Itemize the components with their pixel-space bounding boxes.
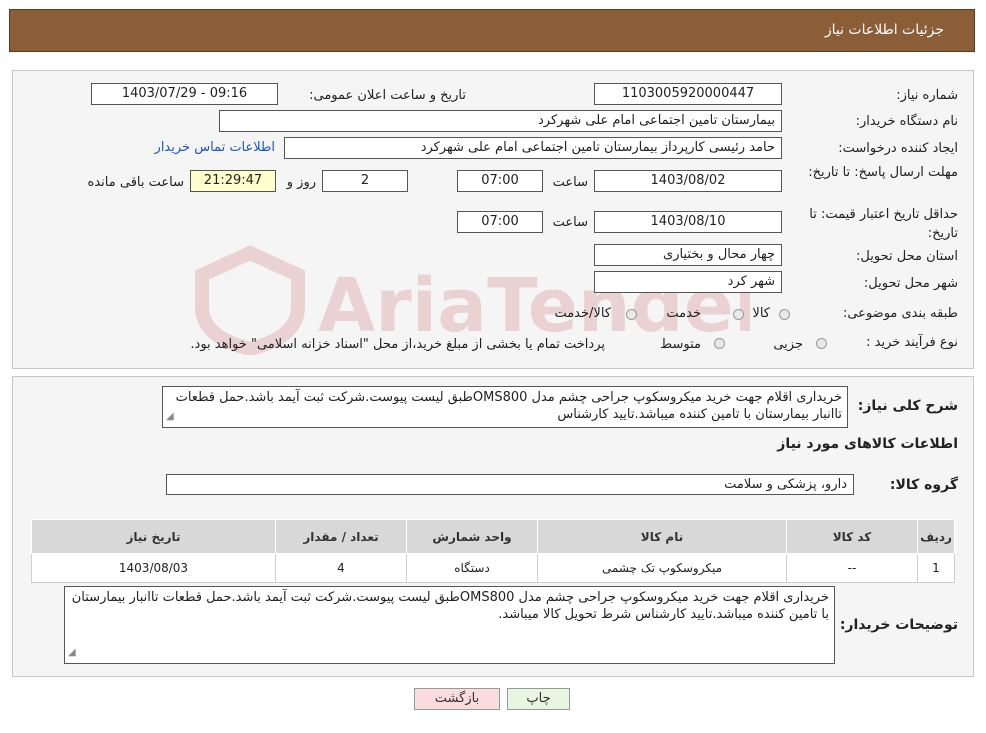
process-minor-radio[interactable] bbox=[816, 338, 827, 349]
goods-group-label: گروه کالا: bbox=[889, 477, 958, 493]
category-goods-radio[interactable] bbox=[779, 309, 790, 320]
validity-time-field[interactable]: 07:00 bbox=[457, 211, 543, 233]
reply-date-field[interactable]: 1403/08/02 bbox=[594, 170, 782, 192]
validity-date-field[interactable]: 1403/08/10 bbox=[594, 211, 782, 233]
need-number-label: شماره نیاز: bbox=[896, 88, 958, 103]
buyer-org-label: نام دستگاه خریدار: bbox=[855, 114, 958, 129]
category-goods-service-radio[interactable] bbox=[626, 309, 637, 320]
announce-datetime-label: تاریخ و ساعت اعلان عمومی: bbox=[309, 88, 466, 103]
city-field[interactable]: شهر کرد bbox=[594, 271, 782, 293]
need-number-field[interactable]: 1103005920000447 bbox=[594, 83, 782, 105]
summary-label: شرح کلی نیاز: bbox=[857, 398, 958, 414]
province-field[interactable]: چهار محال و بختیاری bbox=[594, 244, 782, 266]
summary-textarea[interactable]: خریداری اقلام جهت خرید میکروسکوپ جراحی چ… bbox=[162, 386, 848, 428]
page-title: جزئیات اطلاعات نیاز bbox=[824, 22, 944, 38]
category-service-radio[interactable] bbox=[733, 309, 744, 320]
process-medium-radio[interactable] bbox=[714, 338, 725, 349]
category-goods-label: کالا bbox=[752, 306, 770, 321]
col-unit: واحد شمارش bbox=[406, 519, 538, 554]
back-button[interactable]: بازگشت bbox=[414, 688, 500, 710]
summary-text: خریداری اقلام جهت خرید میکروسکوپ جراحی چ… bbox=[175, 390, 842, 422]
remaining-time-field: 21:29:47 bbox=[190, 170, 276, 192]
remaining-time-label: ساعت باقی مانده bbox=[87, 175, 184, 190]
print-button[interactable]: چاپ bbox=[507, 688, 570, 710]
category-goods-service-label: کالا/خدمت bbox=[554, 306, 611, 321]
cell-unit: دستگاه bbox=[406, 553, 538, 583]
goods-section-title: اطلاعات کالاهای مورد نیاز bbox=[777, 436, 958, 452]
process-type-label: نوع فرآیند خرید : bbox=[866, 335, 958, 350]
remaining-days-field[interactable]: 2 bbox=[322, 170, 408, 192]
col-row: ردیف bbox=[917, 519, 955, 554]
days-label: روز و bbox=[286, 175, 316, 190]
process-medium-label: متوسط bbox=[660, 337, 701, 352]
treasury-note: پرداخت تمام یا بخشی از مبلغ خرید،از محل … bbox=[190, 337, 605, 352]
goods-group-field[interactable]: دارو، پزشکی و سلامت bbox=[166, 474, 854, 495]
col-qty: تعداد / مقدار bbox=[275, 519, 407, 554]
reply-time-field[interactable]: 07:00 bbox=[457, 170, 543, 192]
category-label: طبقه بندی موضوعی: bbox=[842, 306, 958, 321]
cell-code: -- bbox=[786, 553, 918, 583]
resize-grip-icon[interactable]: ◢ bbox=[166, 408, 174, 425]
goods-table-header: ردیف کد کالا نام کالا واحد شمارش تعداد /… bbox=[31, 519, 955, 554]
buyer-notes-textarea[interactable]: خریداری اقلام جهت خرید میکروسکوپ جراحی چ… bbox=[64, 586, 835, 664]
requester-field[interactable]: حامد رئیسی کارپرداز بیمارستان تامین اجتم… bbox=[284, 137, 782, 159]
col-code: کد کالا bbox=[786, 519, 918, 554]
cell-name: میکروسکوپ تک چشمی bbox=[537, 553, 787, 583]
city-label: شهر محل تحویل: bbox=[863, 276, 958, 291]
cell-qty: 4 bbox=[275, 553, 407, 583]
resize-grip-icon[interactable]: ◢ bbox=[68, 644, 76, 661]
reply-time-label: ساعت bbox=[552, 175, 588, 190]
buyer-contact-link[interactable]: اطلاعات تماس خریدار bbox=[155, 140, 275, 155]
cell-row: 1 bbox=[917, 553, 955, 583]
reply-deadline-label: مهلت ارسال پاسخ: تا تاریخ: bbox=[808, 165, 958, 180]
price-validity-label: حداقل تاریخ اعتبار قیمت: تا تاریخ: bbox=[809, 207, 958, 241]
buyer-org-field[interactable]: بیمارستان تامین اجتماعی امام علی شهرکرد bbox=[219, 110, 782, 132]
goods-table: ردیف کد کالا نام کالا واحد شمارش تعداد /… bbox=[31, 519, 955, 583]
table-row[interactable]: 1 -- میکروسکوپ تک چشمی دستگاه 4 1403/08/… bbox=[31, 553, 955, 583]
col-date: تاریخ نیاز bbox=[31, 519, 276, 554]
validity-time-label: ساعت bbox=[552, 215, 588, 230]
announce-datetime-field[interactable]: 1403/07/29 - 09:16 bbox=[91, 83, 278, 105]
category-service-label: خدمت bbox=[666, 306, 701, 321]
process-minor-label: جزیی bbox=[773, 337, 803, 352]
buyer-notes-label: توضیحات خریدار: bbox=[839, 617, 958, 633]
province-label: استان محل تحویل: bbox=[856, 249, 958, 264]
col-name: نام کالا bbox=[537, 519, 787, 554]
page-header: جزئیات اطلاعات نیاز bbox=[9, 9, 975, 52]
buyer-notes-text: خریداری اقلام جهت خرید میکروسکوپ جراحی چ… bbox=[71, 590, 829, 622]
requester-label: ایجاد کننده درخواست: bbox=[838, 141, 958, 156]
cell-date: 1403/08/03 bbox=[31, 553, 276, 583]
